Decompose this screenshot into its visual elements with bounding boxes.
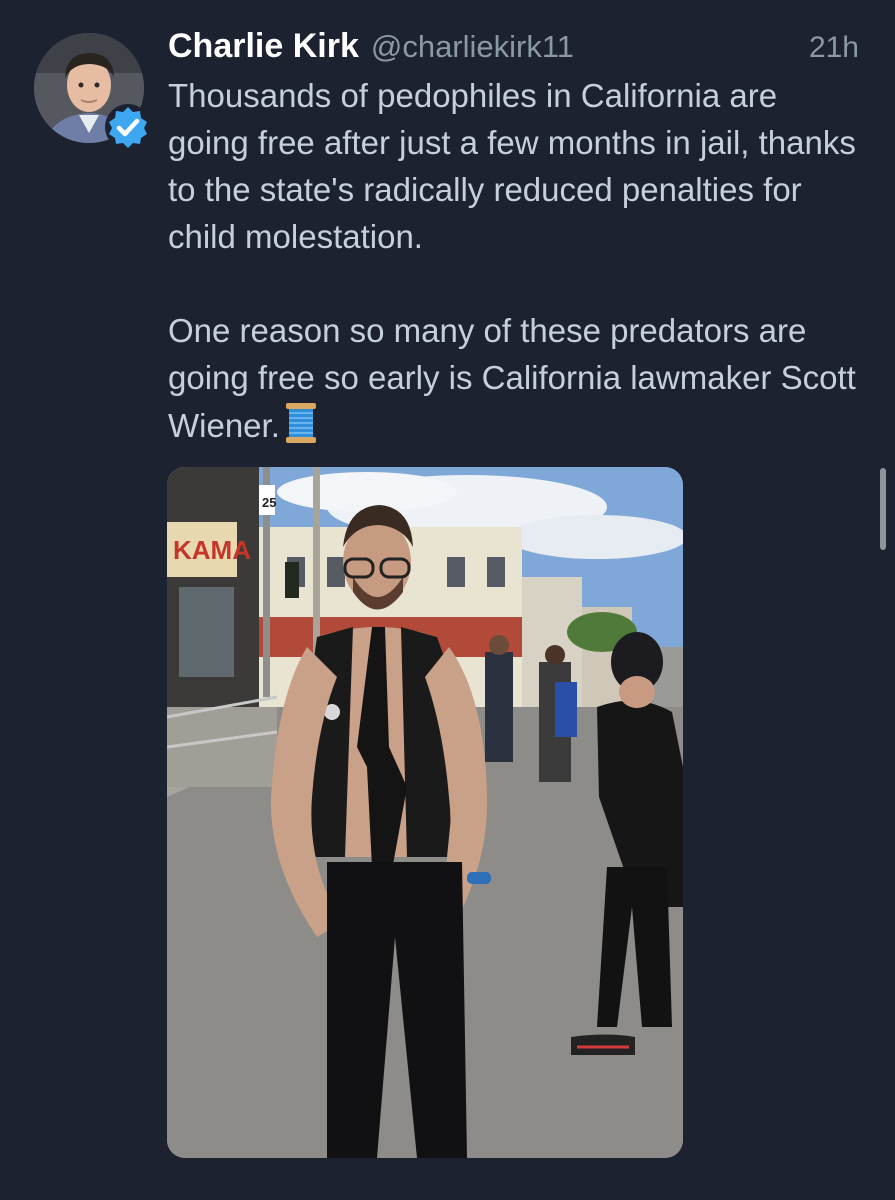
tweet-text: Thousands of pedophiles in California ar… bbox=[168, 72, 858, 457]
spool-of-thread-icon bbox=[284, 401, 318, 457]
tweet-paragraph-text: One reason so many of these predators ar… bbox=[168, 312, 856, 444]
author-name[interactable]: Charlie Kirk bbox=[168, 27, 359, 66]
tweet-header: Charlie Kirk @charliekirk11 21h bbox=[168, 27, 859, 71]
scrollbar[interactable] bbox=[880, 468, 886, 550]
sign-text: KAMA bbox=[173, 535, 251, 565]
verified-badge-icon bbox=[104, 103, 152, 151]
tweet-paragraph: One reason so many of these predators ar… bbox=[168, 307, 858, 457]
route-sign-text: 25 bbox=[262, 495, 276, 510]
author-handle[interactable]: @charliekirk11 bbox=[371, 29, 574, 65]
tweet[interactable]: Charlie Kirk @charliekirk11 21h Thousand… bbox=[0, 0, 895, 1200]
tweet-paragraph: Thousands of pedophiles in California ar… bbox=[168, 77, 856, 255]
timestamp[interactable]: 21h bbox=[809, 31, 859, 65]
tweet-photo[interactable]: KAMA 25 bbox=[167, 467, 683, 1158]
